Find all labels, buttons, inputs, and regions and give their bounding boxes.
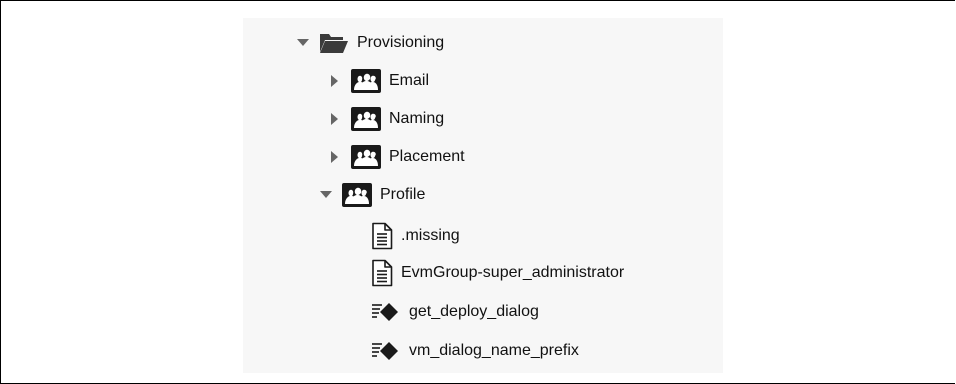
tree-node-label: Provisioning (357, 34, 445, 51)
tree-node-label: vm_dialog_name_prefix (409, 342, 579, 359)
tree-node-label: get_deploy_dialog (409, 303, 539, 320)
tree-node-naming[interactable]: Naming (327, 102, 444, 136)
class-group-icon (351, 69, 381, 93)
method-icon (371, 302, 401, 322)
expand-toggle-icon[interactable] (327, 149, 343, 165)
document-icon (371, 222, 393, 250)
tree-leaf-missing[interactable]: .missing (371, 219, 460, 253)
tree-node-label: Profile (380, 186, 426, 203)
tree-node-label: Naming (389, 110, 445, 127)
document-icon (371, 259, 393, 287)
class-group-icon (351, 107, 381, 131)
tree-node-label: Placement (389, 148, 465, 165)
tree-leaf-evmgroup-super-administrator[interactable]: EvmGroup-super_administrator (371, 256, 624, 290)
tree-panel: Provisioning Email Naming Placement Prof… (243, 18, 723, 373)
tree-node-label: .missing (401, 227, 460, 244)
method-icon (371, 341, 401, 361)
tree-leaf-vm-dialog-name-prefix[interactable]: vm_dialog_name_prefix (371, 334, 579, 368)
collapse-toggle-icon[interactable] (295, 35, 311, 51)
tree-node-provisioning[interactable]: Provisioning (295, 26, 444, 60)
tree-node-email[interactable]: Email (327, 64, 429, 98)
folder-open-icon (319, 32, 349, 54)
tree-node-profile[interactable]: Profile (318, 178, 425, 212)
collapse-toggle-icon[interactable] (318, 187, 334, 203)
class-group-icon (351, 145, 381, 169)
tree-node-placement[interactable]: Placement (327, 140, 465, 174)
tree-node-label: Email (389, 72, 430, 89)
expand-toggle-icon[interactable] (327, 73, 343, 89)
tree-leaf-get-deploy-dialog[interactable]: get_deploy_dialog (371, 295, 539, 329)
expand-toggle-icon[interactable] (327, 111, 343, 127)
class-group-icon (342, 183, 372, 207)
tree-node-label: EvmGroup-super_administrator (401, 264, 625, 281)
